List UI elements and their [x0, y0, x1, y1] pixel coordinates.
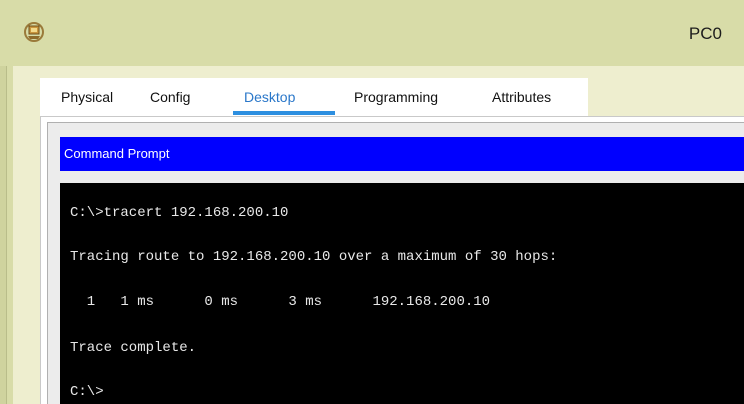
window-title: PC0 — [688, 24, 722, 43]
terminal-line: 1 1 ms 0 ms 3 ms 192.168.200.10 — [70, 294, 491, 310]
tab-config[interactable]: Config — [150, 78, 190, 116]
active-tab-indicator — [233, 111, 335, 115]
tab-attributes[interactable]: Attributes — [492, 78, 551, 116]
tab-physical[interactable]: Physical — [61, 78, 113, 116]
command-prompt-title: Command Prompt — [64, 146, 170, 161]
tab-programming[interactable]: Programming — [354, 78, 438, 116]
terminal-prompt: C:\> — [70, 384, 104, 400]
terminal-line: Trace complete. — [70, 340, 197, 356]
terminal-line: Tracing route to 192.168.200.10 over a m… — [70, 249, 558, 265]
command-prompt-header: Command Prompt — [60, 137, 744, 171]
title-bar: PC0 — [0, 0, 744, 66]
terminal-output[interactable]: C:\>tracert 192.168.200.10 Tracing route… — [60, 183, 744, 404]
app-icon — [22, 20, 46, 44]
terminal-line: C:\>tracert 192.168.200.10 — [70, 205, 289, 221]
window-frame-edge — [0, 66, 7, 404]
